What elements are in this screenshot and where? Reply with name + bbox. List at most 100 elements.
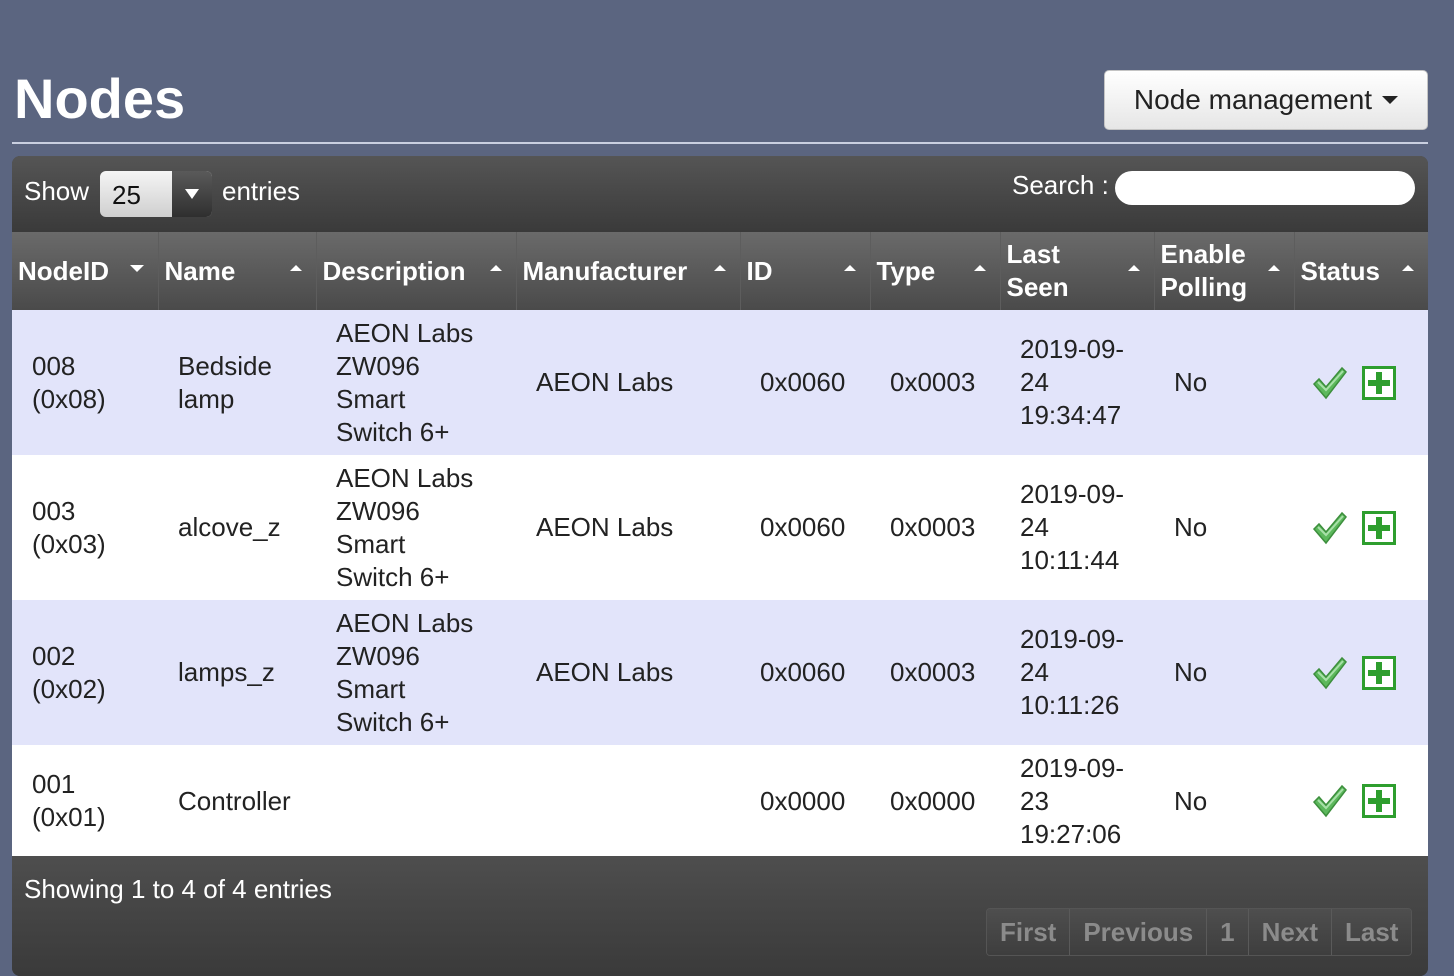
column-header-type[interactable]: Type bbox=[870, 232, 1001, 310]
cell-description bbox=[316, 745, 516, 857]
cell-status bbox=[1294, 745, 1428, 857]
plus-icon[interactable] bbox=[1362, 365, 1396, 400]
cell-text: (0x08) bbox=[32, 383, 106, 414]
cell-enable-polling: No bbox=[1154, 310, 1294, 455]
cell-type: 0x0000 bbox=[870, 745, 1000, 857]
column-header-label: NodeID bbox=[18, 255, 109, 288]
plus-icon[interactable] bbox=[1362, 655, 1396, 690]
table-row[interactable]: 002 (0x02) lamps_z AEON Labs ZW096 Smart Switc… bbox=[12, 600, 1428, 745]
cell-text: ZW096 bbox=[336, 350, 420, 381]
column-header-label-line: Status bbox=[1300, 255, 1380, 286]
column-header-id[interactable]: ID bbox=[740, 232, 871, 310]
check-icon bbox=[1312, 511, 1348, 545]
nodes-table: NodeID Name Description Manufacturer ID Type L… bbox=[12, 232, 1428, 857]
cell-text: Bedside bbox=[178, 350, 272, 381]
column-header-label: ID bbox=[747, 255, 773, 288]
cell-name: lamps_z bbox=[158, 600, 316, 745]
sort-asc-icon bbox=[1127, 265, 1140, 271]
cell-text: AEON Labs bbox=[536, 512, 674, 542]
entries-label: entries bbox=[222, 176, 301, 206]
cell-text: 002 bbox=[32, 640, 76, 671]
plus-icon[interactable] bbox=[1362, 510, 1396, 545]
table-row[interactable]: 008 (0x08) Bedside lamp AEON Labs ZW096 Smart S… bbox=[12, 310, 1428, 455]
cell-status bbox=[1294, 455, 1428, 600]
cell-last-seen: 2019-09- 24 19:34:47 bbox=[1000, 310, 1154, 455]
pagination-previous-button[interactable]: Previous bbox=[1070, 909, 1208, 955]
entries-select-value: 25 bbox=[112, 180, 141, 210]
check-icon bbox=[1312, 784, 1348, 818]
cell-text: 2019-09- bbox=[1020, 334, 1125, 364]
pagination-next-button[interactable]: Next bbox=[1248, 909, 1332, 955]
cell-text: lamps_z bbox=[178, 657, 275, 687]
column-header-enable-polling[interactable]: Enable Polling bbox=[1154, 232, 1295, 310]
column-header-label-line: Name bbox=[164, 255, 236, 286]
cell-description: AEON Labs ZW096 Smart Switch 6+ bbox=[316, 310, 516, 455]
table-info: Showing 1 to 4 of 4 entries bbox=[24, 874, 332, 904]
cell-status bbox=[1294, 310, 1428, 455]
cell-text: 19:27:06 bbox=[1020, 818, 1122, 849]
cell-enable-polling: No bbox=[1154, 455, 1294, 600]
node-management-label: Node management bbox=[1133, 84, 1373, 115]
cell-text: Switch 6+ bbox=[336, 706, 450, 737]
cell-text: AEON Labs bbox=[336, 462, 474, 493]
cell-name: Bedside lamp bbox=[158, 310, 316, 455]
column-header-status[interactable]: Status bbox=[1294, 232, 1428, 310]
column-header-manufacturer[interactable]: Manufacturer bbox=[516, 232, 741, 310]
cell-text: 2019-09- bbox=[1020, 624, 1125, 654]
nodes-table-panel: Show 25 entries Search : NodeID Name Descr… bbox=[12, 156, 1428, 976]
cell-text: 2019-09- bbox=[1020, 479, 1125, 509]
table-row[interactable]: 001 (0x01) Controller 0x0000 0x0000 2019-09- 2… bbox=[12, 745, 1428, 857]
column-header-label-line: Description bbox=[322, 255, 466, 286]
column-header-nodeid[interactable]: NodeID bbox=[12, 232, 159, 310]
search-input[interactable] bbox=[1115, 171, 1415, 205]
plus-icon[interactable] bbox=[1362, 784, 1396, 818]
cell-text: 0x0003 bbox=[890, 512, 976, 542]
sort-asc-icon bbox=[713, 265, 726, 271]
cell-text: No bbox=[1174, 367, 1208, 397]
cell-text: AEON Labs bbox=[336, 317, 474, 348]
cell-last-seen: 2019-09- 24 10:11:26 bbox=[1000, 600, 1154, 745]
cell-type: 0x0003 bbox=[870, 455, 1000, 600]
cell-nodeid: 002 (0x02) bbox=[12, 600, 158, 745]
column-header-label: Manufacturer bbox=[523, 255, 688, 288]
cell-text: Smart bbox=[336, 528, 406, 559]
entries-select[interactable]: 25 bbox=[100, 171, 212, 217]
cell-type: 0x0003 bbox=[870, 600, 1000, 745]
status-icons bbox=[1294, 784, 1428, 818]
cell-text: 001 bbox=[32, 769, 76, 799]
sort-asc-icon bbox=[489, 265, 502, 271]
node-management-button[interactable]: Node management bbox=[1104, 70, 1428, 130]
show-label: Show bbox=[24, 176, 90, 206]
check-icon bbox=[1312, 656, 1348, 690]
table-row[interactable]: 003 (0x03) alcove_z AEON Labs ZW096 Smart Swit… bbox=[12, 455, 1428, 600]
cell-text: ZW096 bbox=[336, 495, 420, 526]
cell-nodeid: 003 (0x03) bbox=[12, 455, 158, 600]
sort-asc-icon bbox=[1267, 265, 1280, 271]
cell-text: 19:34:47 bbox=[1020, 400, 1122, 430]
cell-last-seen: 2019-09- 23 19:27:06 bbox=[1000, 745, 1154, 857]
cell-description: AEON Labs ZW096 Smart Switch 6+ bbox=[316, 600, 516, 745]
sort-asc-icon bbox=[1402, 265, 1414, 271]
caret-down-icon bbox=[1382, 96, 1399, 104]
cell-text: alcove_z bbox=[178, 512, 281, 542]
cell-text: 24 bbox=[1020, 367, 1049, 397]
cell-text: No bbox=[1174, 512, 1208, 542]
column-header-name[interactable]: Name bbox=[158, 232, 317, 310]
pagination-last-button[interactable]: Last bbox=[1332, 909, 1412, 955]
pagination-first-button[interactable]: First bbox=[987, 909, 1071, 955]
column-header-label: Enable Polling bbox=[1161, 238, 1248, 304]
column-header-description[interactable]: Description bbox=[316, 232, 517, 310]
pagination-page-1-button[interactable]: 1 bbox=[1207, 909, 1249, 955]
column-header-label: Name bbox=[165, 255, 236, 288]
cell-manufacturer bbox=[516, 745, 740, 857]
table-header: NodeID Name Description Manufacturer ID Type L… bbox=[12, 232, 1428, 310]
cell-text: 24 bbox=[1020, 512, 1049, 542]
sort-desc-icon bbox=[129, 265, 144, 272]
pagination: First Previous 1 Next Last bbox=[986, 908, 1413, 956]
cell-manufacturer: AEON Labs bbox=[516, 310, 740, 455]
cell-manufacturer: AEON Labs bbox=[516, 600, 740, 745]
cell-text: AEON Labs bbox=[536, 657, 674, 687]
select-arrow-icon[interactable] bbox=[172, 171, 212, 217]
column-header-last-seen[interactable]: Last Seen bbox=[1000, 232, 1155, 310]
sort-asc-icon bbox=[973, 265, 986, 271]
